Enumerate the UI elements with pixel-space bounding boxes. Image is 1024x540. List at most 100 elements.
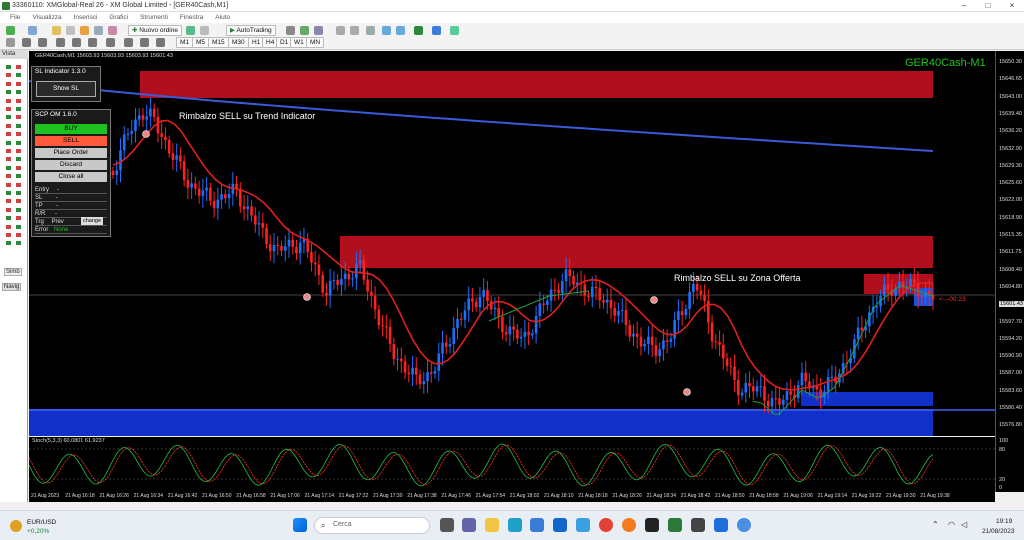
teams-icon[interactable] — [462, 518, 476, 532]
symbol-row[interactable] — [6, 114, 24, 120]
stochastic-pane[interactable]: Stoch(5,3,3) 60.0801 61.9237 — [29, 437, 995, 492]
symbol-row[interactable] — [6, 140, 24, 146]
bar-chart-icon[interactable] — [286, 26, 295, 35]
strategy-tester-icon[interactable] — [108, 26, 117, 35]
chrome-icon[interactable] — [599, 518, 613, 532]
trendline-icon[interactable] — [72, 38, 81, 47]
app-icon-1[interactable] — [691, 518, 705, 532]
crosshair-icon[interactable] — [22, 38, 31, 47]
zoom-in-icon[interactable] — [336, 26, 345, 35]
symbol-row[interactable] — [6, 173, 24, 179]
symbol-row[interactable] — [6, 156, 24, 162]
symbol-row[interactable] — [6, 131, 24, 137]
windows-start-icon[interactable] — [293, 518, 307, 532]
label-icon[interactable] — [140, 38, 149, 47]
symbol-row[interactable] — [6, 165, 24, 171]
symbol-row[interactable] — [6, 190, 24, 196]
menu-insert[interactable]: Inserisci — [74, 12, 98, 23]
terminal-icon[interactable] — [94, 26, 103, 35]
wifi-icon[interactable]: ◠ — [948, 520, 955, 529]
timeframe-m30[interactable]: M30 — [228, 37, 249, 48]
symbol-row[interactable] — [6, 81, 24, 87]
timeframe-m1[interactable]: M1 — [176, 37, 194, 48]
hand-icon[interactable] — [200, 26, 209, 35]
symbol-row[interactable] — [6, 224, 24, 230]
maximize-button[interactable]: □ — [976, 0, 1000, 12]
channel-icon[interactable] — [88, 38, 97, 47]
fibonacci-icon[interactable] — [106, 38, 115, 47]
symbol-row[interactable] — [6, 98, 24, 104]
timeframe-m15[interactable]: M15 — [208, 37, 229, 48]
clock-time[interactable]: 19:19 — [996, 518, 1012, 525]
snipping-tool-icon[interactable] — [714, 518, 728, 532]
autoscroll-icon[interactable] — [382, 26, 391, 35]
symbol-row[interactable] — [6, 240, 24, 246]
new-order-button[interactable]: ✚ Nuovo ordine — [128, 25, 182, 36]
symbol-row[interactable] — [6, 123, 24, 129]
ticker-symbol[interactable]: EUR/USD — [27, 519, 56, 526]
symbol-row[interactable] — [6, 215, 24, 221]
price-axis[interactable]: 100 80 20 0 15650.30 15646.65 15643.00 1563… — [995, 51, 1024, 492]
task-view-icon[interactable] — [440, 518, 454, 532]
text-icon[interactable] — [124, 38, 133, 47]
edge-icon[interactable] — [508, 518, 522, 532]
timeframe-m5[interactable]: M5 — [192, 37, 210, 48]
tab-symbols[interactable]: Simb — [4, 268, 22, 276]
line-chart-icon[interactable] — [314, 26, 323, 35]
tray-chevron-icon[interactable]: ⌃ — [932, 520, 939, 529]
firefox-icon[interactable] — [622, 518, 636, 532]
cursor-icon[interactable] — [6, 38, 15, 47]
timeframe-mn[interactable]: MN — [306, 37, 325, 48]
symbol-row[interactable] — [6, 198, 24, 204]
periods-icon[interactable] — [432, 26, 441, 35]
price-chart[interactable]: GER40Cash,M1 15603.93 15603.93 15603.93 … — [29, 51, 995, 436]
data-window-icon[interactable] — [66, 26, 75, 35]
file-explorer-icon[interactable] — [485, 518, 499, 532]
close-button[interactable]: × — [1000, 0, 1024, 12]
chart-shift-icon[interactable] — [396, 26, 405, 35]
symbol-row[interactable] — [6, 232, 24, 238]
show-sl-button[interactable]: Show SL — [36, 81, 96, 97]
symbol-row[interactable] — [6, 148, 24, 154]
zoom-out-icon[interactable] — [350, 26, 359, 35]
candle-chart-icon[interactable] — [300, 26, 309, 35]
symbol-row[interactable] — [6, 106, 24, 112]
new-chart-icon[interactable] — [6, 26, 15, 35]
autotrading-button[interactable]: ▶ AutoTrading — [226, 25, 276, 36]
sell-button[interactable]: SELL — [35, 136, 107, 146]
xm-app-icon[interactable] — [645, 518, 659, 532]
minimize-button[interactable]: – — [952, 0, 976, 12]
symbol-row[interactable] — [6, 207, 24, 213]
menu-view[interactable]: Visualizza — [32, 12, 61, 23]
place-order-button[interactable]: Place Order — [35, 148, 107, 158]
grid-icon[interactable] — [366, 26, 375, 35]
mail-icon[interactable] — [553, 518, 567, 532]
app-icon-2[interactable] — [737, 518, 751, 532]
tab-navigator[interactable]: Navig — [2, 283, 22, 291]
market-watch-icon[interactable] — [52, 26, 61, 35]
menu-file[interactable]: File — [10, 12, 20, 23]
symbol-row[interactable] — [6, 89, 24, 95]
menu-window[interactable]: Finestra — [180, 12, 203, 23]
clock-date[interactable]: 21/08/2023 — [982, 528, 1015, 535]
metaeditor-icon[interactable] — [186, 26, 195, 35]
menu-charts[interactable]: Grafici — [109, 12, 128, 23]
indicators-icon[interactable] — [414, 26, 423, 35]
templates-icon[interactable] — [450, 26, 459, 35]
symbol-row[interactable] — [6, 182, 24, 188]
menu-help[interactable]: Aiuto — [215, 12, 230, 23]
symbol-row[interactable] — [6, 64, 24, 70]
menu-tools[interactable]: Strumenti — [140, 12, 168, 23]
vertical-line-icon[interactable] — [38, 38, 47, 47]
navigator-icon[interactable] — [80, 26, 89, 35]
discard-button[interactable]: Discard — [35, 160, 107, 170]
photos-icon[interactable] — [576, 518, 590, 532]
change-button[interactable]: change — [81, 217, 104, 225]
buy-button[interactable]: BUY — [35, 124, 107, 134]
speaker-icon[interactable]: ◁ — [961, 520, 967, 529]
store-icon[interactable] — [530, 518, 544, 532]
metatrader-icon[interactable] — [668, 518, 682, 532]
profiles-icon[interactable] — [28, 26, 37, 35]
arrows-icon[interactable] — [156, 38, 165, 47]
horizontal-line-icon[interactable] — [56, 38, 65, 47]
